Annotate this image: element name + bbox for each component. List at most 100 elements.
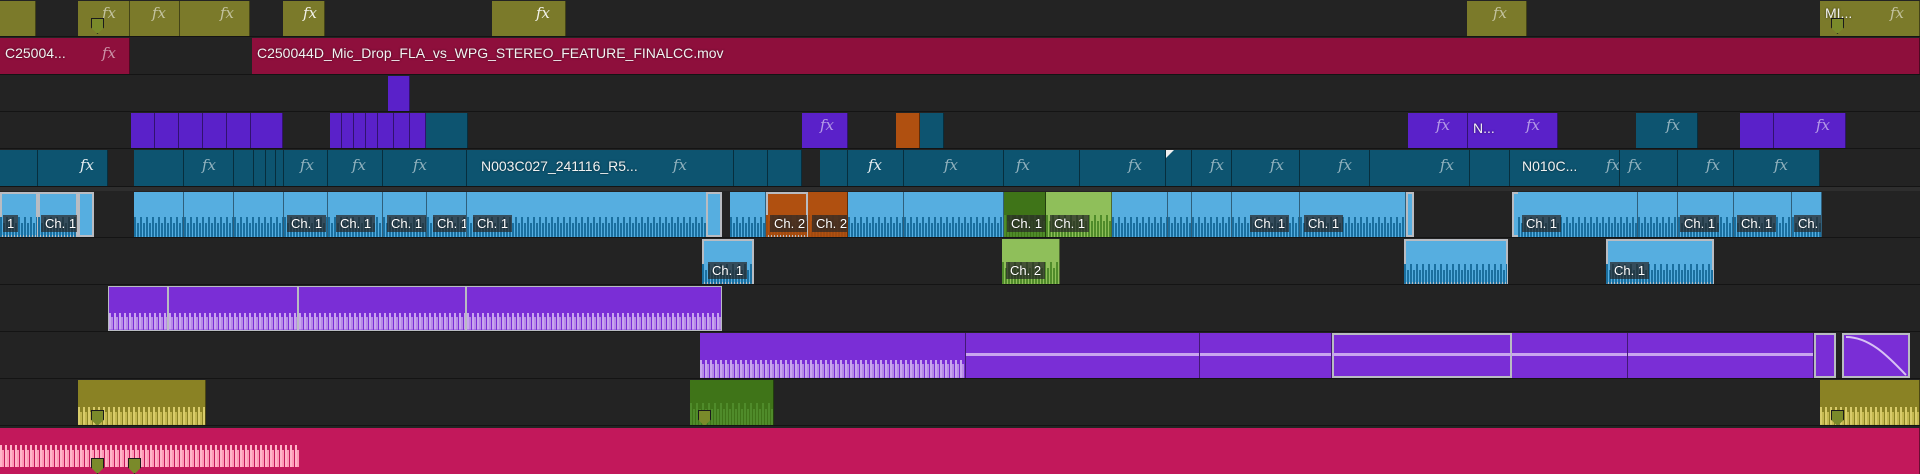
timeline-clip[interactable]: [388, 76, 410, 111]
timeline-clip[interactable]: [1166, 150, 1192, 186]
audio-clip[interactable]: Ch. 1: [1300, 192, 1406, 237]
timeline-clip[interactable]: fx: [38, 150, 108, 186]
audio-clip[interactable]: [730, 192, 766, 237]
timeline-clip[interactable]: MI... fx: [1820, 1, 1920, 36]
audio-clip[interactable]: [1332, 333, 1512, 378]
audio-clip[interactable]: Ch. 2: [808, 192, 848, 237]
audio-clip[interactable]: Ch. 1: [1792, 192, 1822, 237]
timeline-clip[interactable]: fx: [1620, 150, 1678, 186]
audio-clip[interactable]: [78, 380, 206, 425]
timeline-clip[interactable]: fx: [848, 150, 904, 186]
timeline-clip[interactable]: [354, 113, 366, 148]
timeline-clip[interactable]: fx: [1467, 1, 1527, 36]
timeline-clip[interactable]: fx: [283, 1, 325, 36]
timeline-clip[interactable]: [179, 113, 203, 148]
audio-clip[interactable]: Ch. 1: [702, 239, 754, 284]
timeline-clip[interactable]: fx: [1004, 150, 1080, 186]
timeline-clip[interactable]: fx: [1300, 150, 1370, 186]
timeline-clip[interactable]: [426, 113, 468, 148]
timeline-panel[interactable]: fx fx fx fx fx fx MI... fx C25004... fx: [0, 0, 1920, 474]
timeline-clip[interactable]: fx: [1232, 150, 1300, 186]
audio-clip[interactable]: 1: [0, 192, 38, 237]
audio-clip[interactable]: [706, 192, 722, 237]
audio-clip[interactable]: [298, 286, 466, 331]
timeline-clip[interactable]: N010C... fx: [1510, 150, 1620, 186]
audio-clip[interactable]: Ch. 2: [1002, 239, 1060, 284]
timeline-clip[interactable]: [820, 150, 848, 186]
timeline-clip[interactable]: [0, 1, 36, 36]
timeline-clip[interactable]: C25004... fx: [0, 38, 130, 74]
timeline-clip[interactable]: fx: [1192, 150, 1232, 186]
timeline-clip[interactable]: fx: [180, 1, 250, 36]
timeline-clip[interactable]: fx: [78, 1, 130, 36]
audio-clip[interactable]: Ch. 1: [1046, 192, 1112, 237]
audio-clip[interactable]: [234, 192, 284, 237]
audio-clip[interactable]: Ch. 1: [328, 192, 383, 237]
audio-clip[interactable]: Ch. 1: [1678, 192, 1734, 237]
timeline-clip[interactable]: fx: [1678, 150, 1734, 186]
timeline-clip[interactable]: fx: [383, 150, 467, 186]
timeline-clip[interactable]: fx: [1080, 150, 1166, 186]
timeline-clip[interactable]: [920, 113, 944, 148]
timeline-clip[interactable]: fx: [1734, 150, 1820, 186]
timeline-clip[interactable]: [276, 150, 284, 186]
audio-clip[interactable]: [1820, 380, 1920, 425]
audio-clip[interactable]: Ch. 1: [1606, 239, 1714, 284]
audio-clip[interactable]: Ch. 1: [427, 192, 467, 237]
audio-clip[interactable]: Ch. 1: [1004, 192, 1046, 237]
timeline-clip[interactable]: fx: [1408, 113, 1468, 148]
timeline-clip[interactable]: [394, 113, 410, 148]
timeline-clip[interactable]: [134, 150, 184, 186]
timeline-clip[interactable]: [734, 150, 768, 186]
timeline-clip[interactable]: C250044D_Mic_Drop_FLA_vs_WPG_STEREO_FEAT…: [252, 38, 1920, 74]
audio-clip[interactable]: Ch. 1: [383, 192, 427, 237]
audio-clip[interactable]: [1638, 192, 1678, 237]
timeline-clip[interactable]: fx: [802, 113, 848, 148]
audio-clip[interactable]: [1404, 239, 1508, 284]
timeline-clip[interactable]: [768, 150, 802, 186]
timeline-clip[interactable]: [896, 113, 920, 148]
timeline-clip[interactable]: [342, 113, 354, 148]
timeline-clip[interactable]: fx: [492, 1, 566, 36]
timeline-clip[interactable]: [131, 113, 155, 148]
audio-clip[interactable]: [690, 380, 774, 425]
audio-clip[interactable]: Ch. 1: [284, 192, 328, 237]
audio-clip[interactable]: Ch. 1: [1232, 192, 1300, 237]
timeline-clip[interactable]: fx: [1636, 113, 1698, 148]
marker-icon[interactable]: [1831, 18, 1844, 34]
timeline-clip[interactable]: [330, 113, 342, 148]
timeline-clip[interactable]: [203, 113, 227, 148]
audio-clip[interactable]: [966, 333, 1200, 378]
timeline-clip[interactable]: fx: [328, 150, 383, 186]
audio-clip[interactable]: Ch. 1: [1734, 192, 1792, 237]
timeline-clip[interactable]: [234, 150, 254, 186]
timeline-clip[interactable]: fx: [904, 150, 1004, 186]
audio-clip[interactable]: [134, 192, 184, 237]
timeline-clip[interactable]: [378, 113, 394, 148]
timeline-clip[interactable]: fx: [184, 150, 234, 186]
audio-clip[interactable]: [184, 192, 234, 237]
audio-clip[interactable]: [0, 428, 1920, 474]
timeline-clip[interactable]: fx: [1774, 113, 1846, 148]
audio-clip[interactable]: [1512, 333, 1628, 378]
audio-clip[interactable]: [168, 286, 298, 331]
audio-clip[interactable]: [1200, 333, 1332, 378]
audio-clip[interactable]: [108, 286, 168, 331]
timeline-clip[interactable]: [366, 113, 378, 148]
audio-clip[interactable]: [904, 192, 1004, 237]
timeline-clip[interactable]: [1470, 150, 1510, 186]
timeline-clip[interactable]: fx: [130, 1, 180, 36]
timeline-clip[interactable]: fx: [1370, 150, 1470, 186]
audio-clip[interactable]: [1168, 192, 1192, 237]
timeline-clip[interactable]: N... fx: [1468, 113, 1558, 148]
timeline-clip[interactable]: [0, 150, 38, 186]
audio-clip[interactable]: [466, 286, 722, 331]
audio-clip[interactable]: [848, 192, 904, 237]
audio-clip[interactable]: [1406, 192, 1414, 237]
timeline-clip[interactable]: [254, 150, 266, 186]
timeline-clip[interactable]: [227, 113, 251, 148]
audio-clip[interactable]: [1628, 333, 1814, 378]
timeline-clip[interactable]: [155, 113, 179, 148]
audio-clip[interactable]: [1192, 192, 1232, 237]
marker-icon[interactable]: [91, 18, 104, 34]
